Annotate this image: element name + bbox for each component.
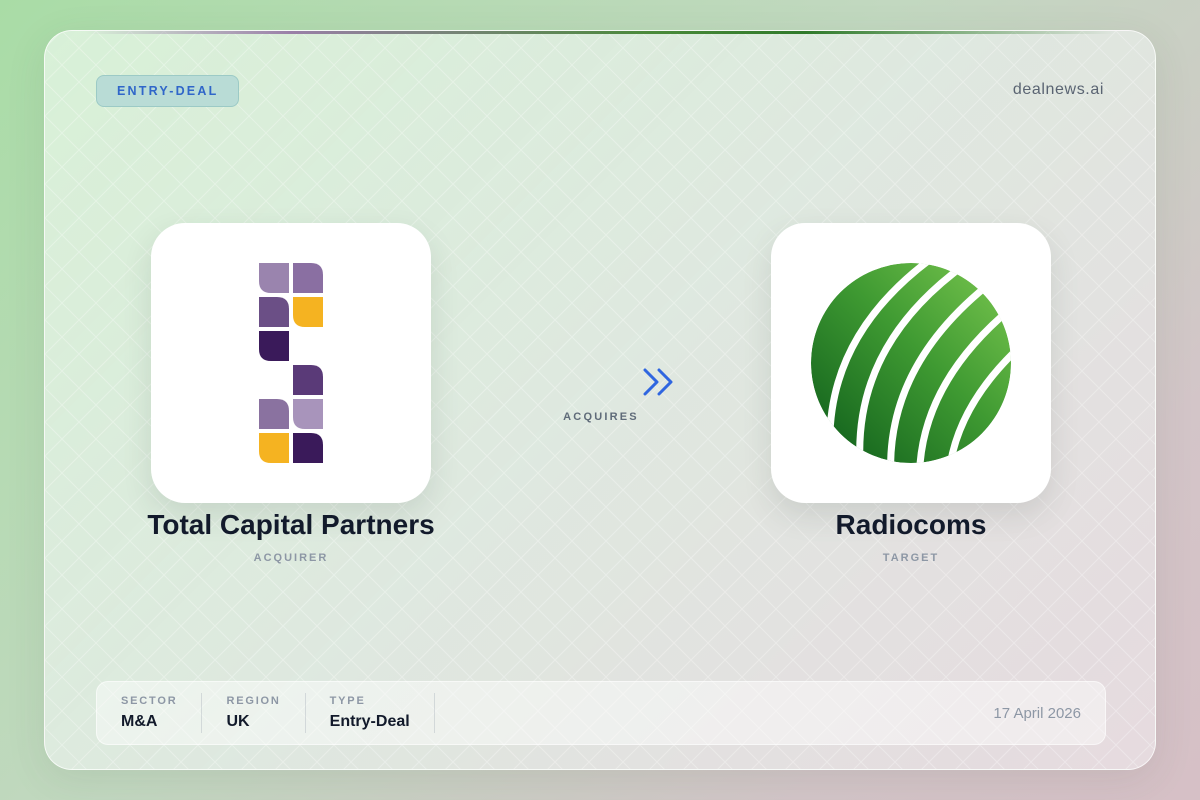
target-role-label: TARGET: [882, 552, 940, 564]
deal-date: 17 April 2026: [993, 704, 1081, 722]
radiocoms-globe-logo: [811, 263, 1011, 463]
acquirer-logo-card: [151, 223, 431, 503]
meta-sector: SECTOR M&A: [121, 693, 203, 733]
brand-link[interactable]: dealnews.ai: [1013, 81, 1104, 99]
meta-region: REGION UK: [226, 693, 306, 733]
meta-label: REGION: [226, 695, 281, 707]
meta-value: UK: [226, 713, 250, 730]
meta-label: SECTOR: [121, 695, 178, 707]
meta-type: TYPE Entry-Deal: [330, 693, 435, 733]
acquirer-name: Total Capital Partners: [147, 509, 435, 540]
meta-value: M&A: [121, 713, 158, 730]
deal-type-badge: ENTRY-DEAL: [96, 75, 240, 107]
meta-label: TYPE: [329, 695, 366, 707]
target-name: Radiocoms: [835, 509, 987, 540]
double-chevron-arrow-icon: [517, 368, 673, 396]
total-capital-partners-logo: [259, 263, 323, 463]
top-accent-line: [85, 31, 1115, 34]
meta-value: Entry-Deal: [329, 713, 410, 730]
relation-label: ACQUIRES: [563, 411, 639, 423]
deal-meta-bar: SECTOR M&A REGION UK TYPE Entry-Deal 17 …: [96, 681, 1106, 745]
target-logo-card: [771, 223, 1051, 503]
deal-card: ENTRY-DEAL dealnews.ai Total Capital Par…: [44, 30, 1156, 770]
acquirer-role-label: ACQUIRER: [253, 552, 329, 564]
